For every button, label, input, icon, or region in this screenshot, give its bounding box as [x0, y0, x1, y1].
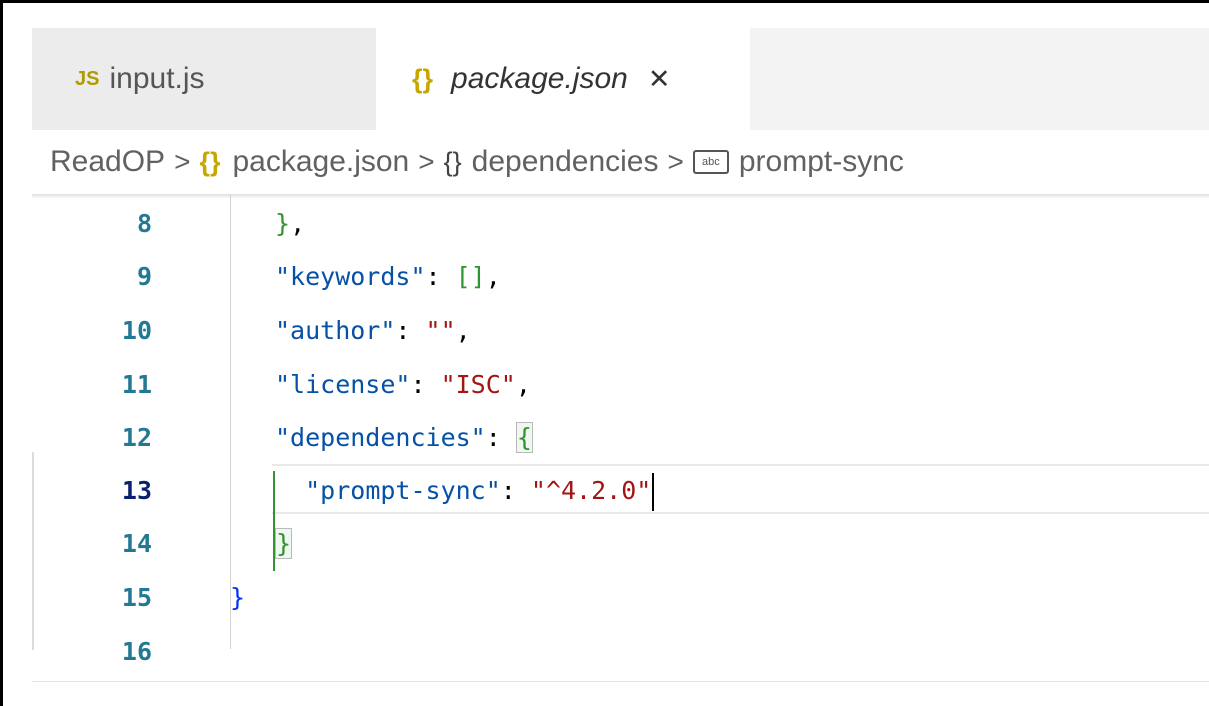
code-line: 16	[32, 625, 1209, 679]
window-frame-left	[0, 0, 3, 706]
code-text: "dependencies": {	[275, 422, 533, 453]
breadcrumb-item[interactable]: prompt-sync	[739, 145, 904, 179]
line-number: 14	[121, 529, 152, 558]
tab-label: package.json	[451, 62, 628, 95]
code-editor[interactable]: 8 }, 9 "keywords": [], 10 "author": "", …	[32, 194, 1209, 706]
tab-bar: JS input.js {} package.json ✕	[32, 28, 1209, 130]
code-text: }	[230, 583, 246, 612]
code-line: 8 },	[32, 197, 1209, 251]
line-number: 8	[136, 209, 152, 238]
code-line: 12 "dependencies": {	[32, 411, 1209, 465]
editor-bottom-border	[32, 681, 1209, 682]
code-text: "keywords": [],	[275, 262, 501, 291]
code-text: "license": "ISC",	[275, 370, 531, 399]
breadcrumb-file[interactable]: package.json	[232, 145, 409, 179]
tab-input-js[interactable]: JS input.js	[32, 28, 376, 130]
code-line: 13 "prompt-sync": "^4.2.0"	[32, 464, 1209, 518]
close-icon[interactable]: ✕	[648, 64, 671, 95]
code-text: "prompt-sync": "^4.2.0"	[275, 464, 655, 518]
line-number: 16	[121, 637, 152, 666]
window-frame-top	[0, 0, 1209, 3]
json-file-icon: {}	[412, 63, 434, 94]
code-line: 9 "keywords": [],	[32, 250, 1209, 304]
chevron-right-icon: >	[174, 146, 191, 177]
line-number: 13	[121, 476, 152, 505]
line-number: 15	[121, 583, 152, 612]
text-cursor	[652, 473, 655, 511]
line-number: 12	[121, 423, 152, 452]
code-text: },	[275, 209, 306, 238]
chevron-right-icon: >	[667, 146, 684, 177]
javascript-file-icon: JS	[75, 67, 100, 90]
json-file-icon: {}	[199, 146, 221, 177]
editor: JS input.js {} package.json ✕ ReadOP > {…	[32, 28, 1209, 706]
tab-label: input.js	[109, 62, 205, 95]
code-text: "author": "",	[275, 316, 471, 345]
line-number: 10	[121, 316, 152, 345]
breadcrumb-section[interactable]: dependencies	[472, 145, 659, 179]
code-line: 14 }	[32, 517, 1209, 571]
tab-package-json[interactable]: {} package.json ✕	[376, 28, 750, 130]
object-icon: {}	[443, 146, 462, 177]
line-number: 9	[136, 262, 152, 291]
breadcrumb-root[interactable]: ReadOP	[50, 145, 165, 179]
code-text: }	[275, 528, 293, 559]
string-icon: abc	[692, 150, 729, 174]
code-line: 10 "author": "",	[32, 304, 1209, 358]
chevron-right-icon: >	[418, 146, 435, 177]
code-line: 15 }	[32, 571, 1209, 625]
code-line: 11 "license": "ISC",	[32, 358, 1209, 412]
line-number: 11	[121, 370, 152, 399]
breadcrumb: ReadOP > {} package.json > {} dependenci…	[32, 130, 1209, 194]
